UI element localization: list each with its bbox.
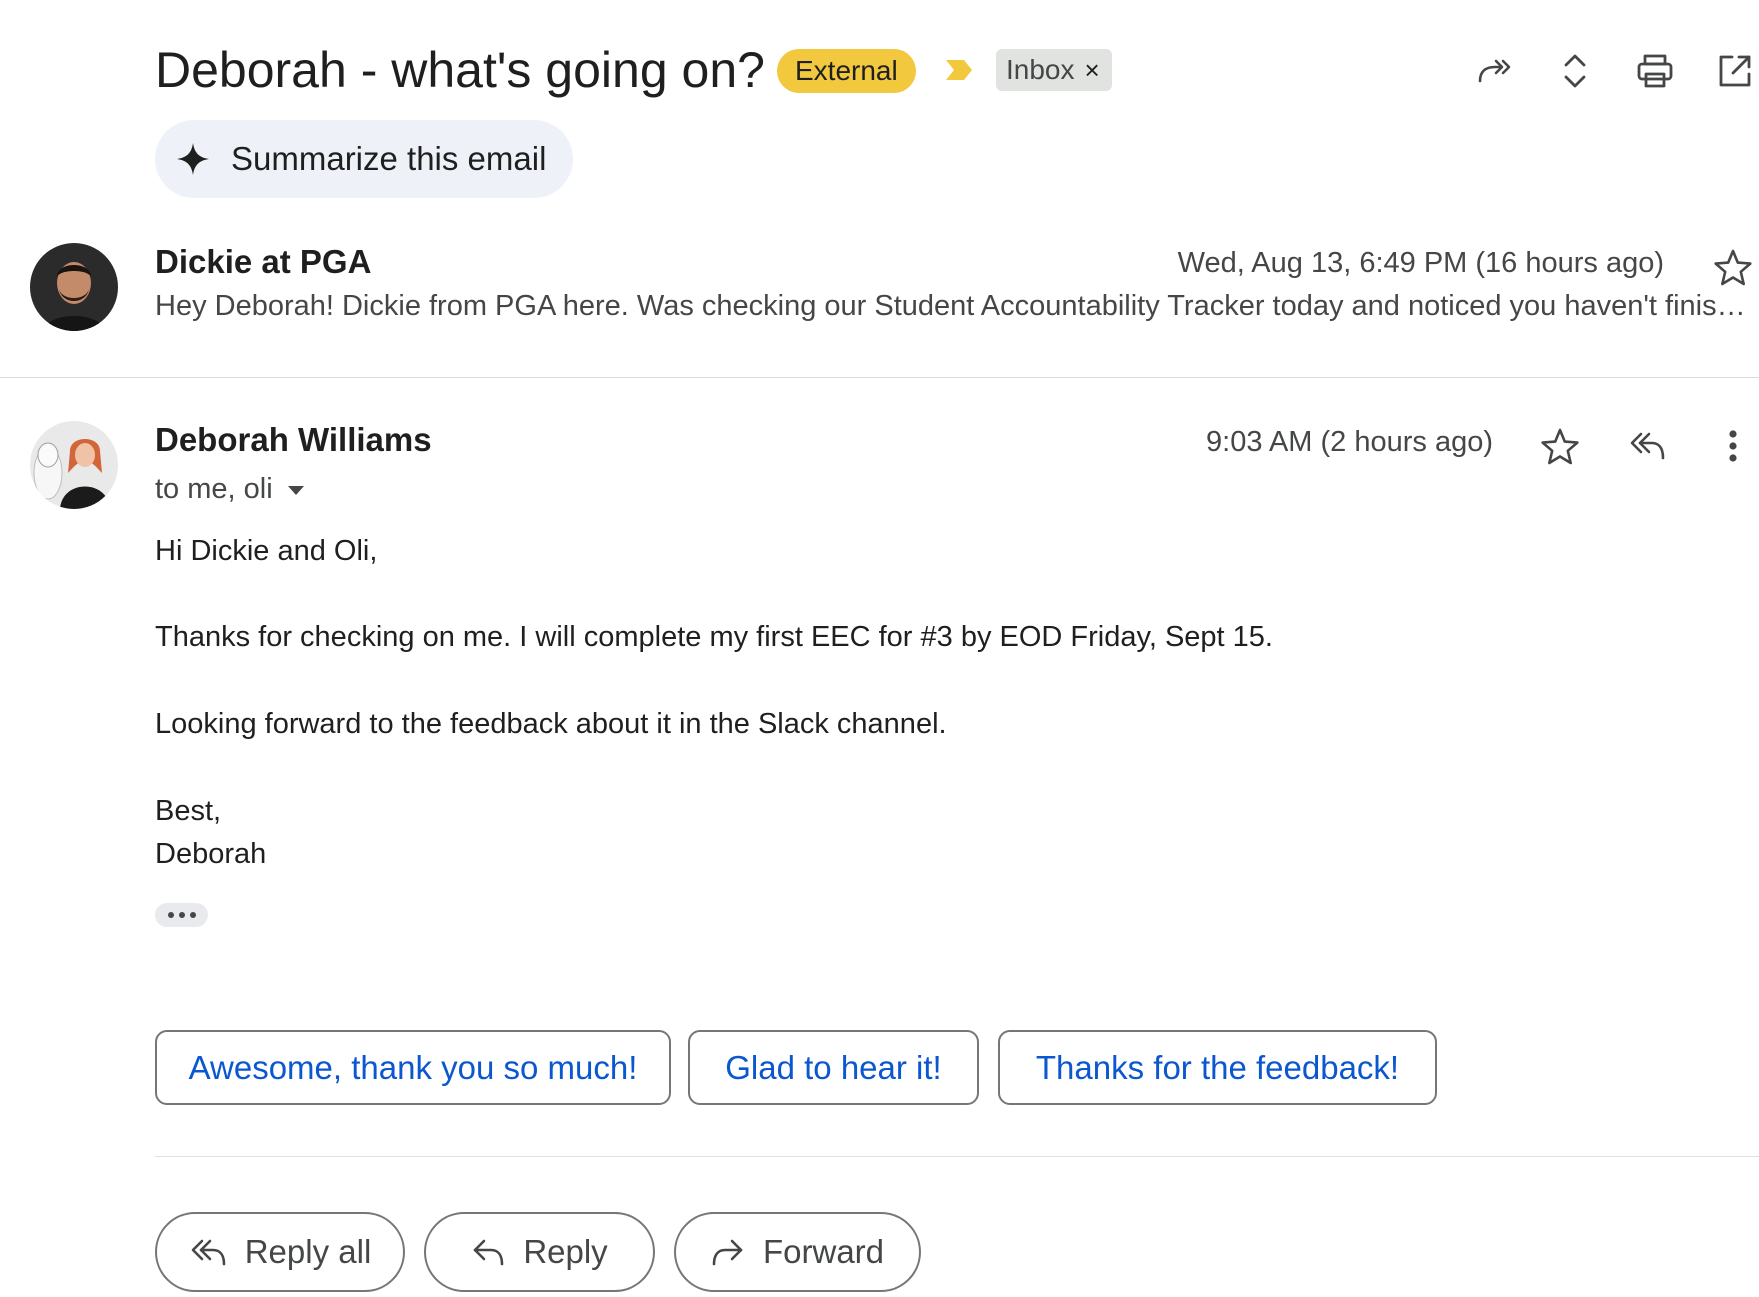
remove-label-icon[interactable]: × <box>1085 49 1100 91</box>
message-timestamp: 9:03 AM (2 hours ago) <box>1206 426 1493 458</box>
external-label-chip: External <box>777 49 916 93</box>
message-timestamp: Wed, Aug 13, 6:49 PM (16 hours ago) <box>1177 247 1664 279</box>
sender-name: Dickie at PGA <box>155 243 372 280</box>
summarize-label: Summarize this email <box>231 140 547 177</box>
inbox-label-text: Inbox <box>1006 54 1075 85</box>
email-subject: Deborah - what's going on? <box>155 42 765 98</box>
recipients-text: to me, oli <box>155 473 273 505</box>
inbox-label-chip: Inbox × <box>996 49 1112 91</box>
smart-reply-button[interactable]: Awesome, thank you so much! <box>155 1030 671 1105</box>
body-paragraph: Looking forward to the feedback about it… <box>155 708 947 740</box>
open-in-new-window-icon[interactable] <box>1710 46 1759 96</box>
star-icon[interactable] <box>1540 427 1580 465</box>
reply-button[interactable]: Reply <box>424 1212 655 1292</box>
smart-reply-button[interactable]: Thanks for the feedback! <box>998 1030 1437 1105</box>
body-paragraph: Best, <box>155 795 222 827</box>
body-paragraph: Thanks for checking on me. I will comple… <box>155 621 1273 653</box>
reply-all-forward-icon[interactable] <box>1470 46 1520 96</box>
reply-icon <box>474 1239 504 1266</box>
sender-name: Deborah Williams <box>155 421 432 458</box>
star-icon[interactable] <box>1713 248 1753 286</box>
body-paragraph: Deborah <box>155 838 267 870</box>
show-trimmed-content-button[interactable] <box>155 903 208 927</box>
body-paragraph: Hi Dickie and Oli, <box>155 535 378 567</box>
section-divider <box>155 1156 1759 1157</box>
print-icon[interactable] <box>1630 46 1680 96</box>
avatar-dickie[interactable] <box>30 243 118 331</box>
reply-all-label: Reply all <box>244 1233 372 1270</box>
message-snippet[interactable]: Hey Deborah! Dickie from PGA here. Was c… <box>155 290 1755 323</box>
expand-collapse-icon[interactable] <box>1550 46 1600 96</box>
summarize-email-button[interactable]: Summarize this email <box>155 120 573 198</box>
avatar-deborah[interactable] <box>30 421 118 509</box>
message-divider <box>0 377 1759 378</box>
caret-down-icon <box>287 485 304 495</box>
recipients-dropdown[interactable]: to me, oli <box>155 473 305 506</box>
forward-button[interactable]: Forward <box>674 1212 921 1292</box>
reply-all-button[interactable]: Reply all <box>155 1212 405 1292</box>
reply-label: Reply <box>523 1233 608 1270</box>
sparkle-icon <box>177 143 209 175</box>
importance-marker-icon[interactable] <box>944 58 974 82</box>
forward-label: Forward <box>762 1233 885 1270</box>
forward-icon <box>712 1239 743 1266</box>
reply-all-icon <box>191 1239 226 1266</box>
reply-all-icon[interactable] <box>1628 430 1666 462</box>
more-options-icon[interactable] <box>1727 428 1739 464</box>
smart-reply-button[interactable]: Glad to hear it! <box>688 1030 979 1105</box>
